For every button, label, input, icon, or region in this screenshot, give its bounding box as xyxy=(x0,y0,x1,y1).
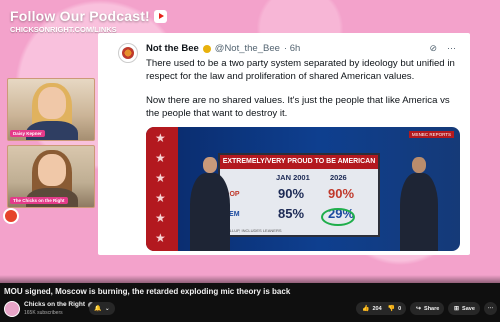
board-value: 85% xyxy=(278,206,305,221)
more-icon: ⋯ xyxy=(487,305,494,312)
board-value: 90% xyxy=(328,186,355,201)
player-controls-shade xyxy=(0,275,500,283)
board-value: 90% xyxy=(278,186,305,201)
save-icon: ⊞ xyxy=(454,306,460,312)
promo-banner: Follow Our Podcast! CHICKSONRIGHT.COM/LI… xyxy=(10,8,167,34)
more-actions-button[interactable]: ⋯ xyxy=(484,302,497,315)
tweet-paragraph: There used to be a two party system sepa… xyxy=(146,58,455,82)
save-label: Save xyxy=(462,305,475,312)
dislike-count[interactable]: 0 xyxy=(398,306,401,312)
tweet-time: · 6h xyxy=(283,43,301,54)
share-icon: ↪ xyxy=(416,306,422,312)
like-dislike-group: 👍 204 👎 0 xyxy=(356,302,406,315)
tweet-handle: @Not_the_Bee xyxy=(214,43,280,54)
tweet-body: There used to be a two party system sepa… xyxy=(146,58,458,132)
stars-decoration: ★ ★ ★ ★ ★ ★ xyxy=(146,127,178,251)
webcam-label: The Chicks on the Right xyxy=(10,197,68,204)
board-footnote: GALLUP, INCLUDES LEANERS xyxy=(224,228,282,233)
highlight-circle xyxy=(321,208,355,226)
thumbs-down-icon[interactable]: 👎 xyxy=(388,305,395,312)
channel-name: Chicks on the Right xyxy=(24,301,86,308)
embedded-tweet: Not the Bee @Not_the_Bee · 6h ⊘ ⋯ There … xyxy=(98,33,470,255)
subscriber-count: 165K subscribers xyxy=(24,310,63,316)
grok-icon: ⊘ xyxy=(429,43,437,53)
channel-name-link[interactable]: Chicks on the Right xyxy=(24,301,95,308)
chevron-down-icon: ⌄ xyxy=(104,306,110,312)
tweet-author-name: Not the Bee xyxy=(146,43,199,54)
channel-logo-overlay-icon xyxy=(3,208,19,224)
webcam-host-2: The Chicks on the Right xyxy=(7,145,95,208)
video-title: MOU signed, Moscow is burning, the retar… xyxy=(4,287,291,296)
bell-icon: 🔔 xyxy=(94,306,102,312)
board-title: EXTREMELY/VERY PROUD TO BE AMERICAN xyxy=(220,155,378,169)
news-board: EXTREMELY/VERY PROUD TO BE AMERICAN JAN … xyxy=(218,153,380,237)
save-button[interactable]: ⊞ Save xyxy=(448,302,480,315)
more-options-icon: ⋯ xyxy=(447,43,456,53)
like-count[interactable]: 204 xyxy=(372,306,381,312)
youtube-logo-icon xyxy=(153,9,167,23)
news-tag: MSNBC REPORTS xyxy=(408,131,454,138)
presenter-figure xyxy=(190,173,230,251)
board-col-header: 2026 xyxy=(330,173,347,182)
tweet-header: Not the Bee @Not_the_Bee · 6h xyxy=(146,43,300,54)
tweet-paragraph: Now there are no shared values. It's jus… xyxy=(146,95,450,119)
webcam-label: Daisy Kepner xyxy=(10,130,45,137)
thumbs-up-icon[interactable]: 👍 xyxy=(362,305,369,312)
channel-avatar[interactable] xyxy=(4,301,20,317)
notification-bell-button[interactable]: 🔔 ⌄ xyxy=(89,302,115,315)
promo-title: Follow Our Podcast! xyxy=(10,8,150,24)
tweet-actions: ⊘ ⋯ xyxy=(429,43,456,54)
video-player[interactable]: Follow Our Podcast! CHICKSONRIGHT.COM/LI… xyxy=(0,0,500,283)
tweet-avatar xyxy=(118,43,138,63)
board-col-header: JAN 2001 xyxy=(276,173,310,182)
tweet-media-image: ★ ★ ★ ★ ★ ★ MSNBC REPORTS EXTREMELY/VERY… xyxy=(146,127,460,251)
video-info: MOU signed, Moscow is burning, the retar… xyxy=(0,283,500,322)
webcam-host-1: Daisy Kepner xyxy=(7,78,95,141)
verified-badge-icon xyxy=(202,44,211,53)
guest-figure xyxy=(400,173,438,251)
share-label: Share xyxy=(424,305,440,312)
share-button[interactable]: ↪ Share xyxy=(410,302,444,315)
